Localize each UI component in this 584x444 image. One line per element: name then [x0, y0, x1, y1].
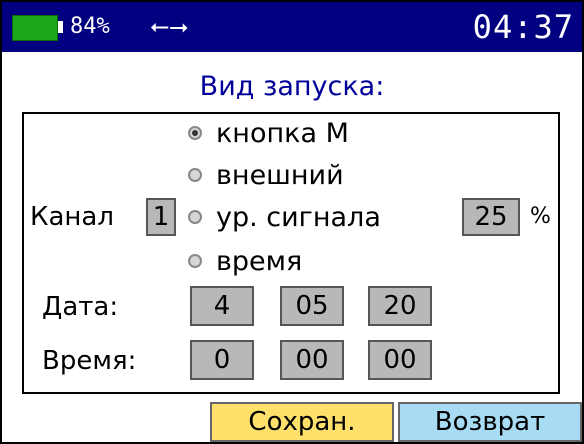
radio-icon: [188, 254, 202, 268]
back-button[interactable]: Возврат: [398, 402, 582, 442]
clock: 04:37: [472, 8, 574, 46]
date-year-field[interactable]: 20: [368, 286, 432, 326]
battery-icon: [12, 15, 58, 41]
radio-label: время: [216, 245, 303, 277]
usb-icon: ⭠⭢: [150, 12, 189, 40]
radio-label: ур. сигнала: [216, 201, 381, 233]
radio-label: внешний: [216, 159, 344, 191]
date-day-field[interactable]: 4: [190, 286, 254, 326]
battery-tip-icon: [58, 21, 63, 33]
device-screen: 84% ⭠⭢ 04:37 Вид запуска: кнопка М внешн…: [0, 0, 584, 444]
radio-selected-icon: [188, 126, 202, 140]
time-hours-field[interactable]: 0: [190, 340, 254, 380]
channel-label: Канал: [30, 202, 114, 232]
channel-field[interactable]: 1: [146, 198, 176, 236]
save-button[interactable]: Сохран.: [210, 402, 394, 442]
signal-level-unit: %: [530, 204, 551, 229]
date-label: Дата:: [42, 292, 119, 322]
radio-option-external[interactable]: внешний: [188, 156, 344, 194]
date-month-field[interactable]: 05: [280, 286, 344, 326]
battery-percent: 84%: [70, 14, 110, 39]
radio-icon: [188, 168, 202, 182]
time-seconds-field[interactable]: 00: [368, 340, 432, 380]
radio-option-time[interactable]: время: [188, 242, 302, 280]
radio-label: кнопка М: [216, 117, 349, 149]
radio-option-signal-level[interactable]: ур. сигнала: [188, 198, 381, 236]
time-minutes-field[interactable]: 00: [280, 340, 344, 380]
time-label: Время:: [42, 346, 137, 376]
radio-icon: [188, 210, 202, 224]
page-title: Вид запуска:: [199, 71, 385, 102]
signal-level-field[interactable]: 25: [462, 198, 520, 236]
radio-option-button-m[interactable]: кнопка М: [188, 114, 349, 152]
status-bar: 84% ⭠⭢ 04:37: [2, 2, 582, 52]
